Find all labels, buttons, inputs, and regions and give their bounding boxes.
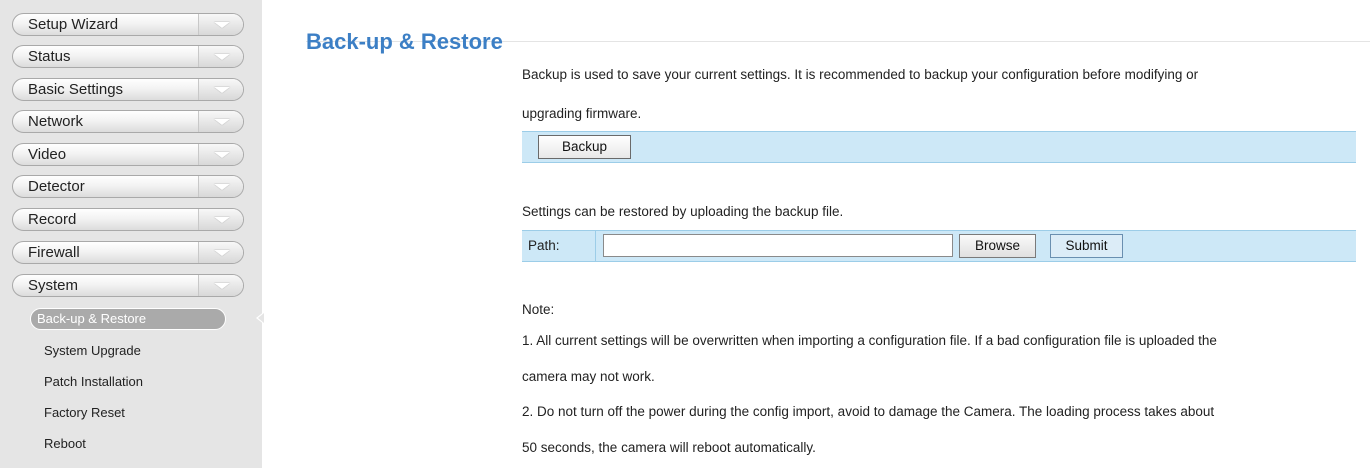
menu-label: Record xyxy=(28,211,77,228)
page-title: Back-up & Restore xyxy=(306,29,503,54)
note-1-line-2: camera may not work. xyxy=(522,369,655,384)
menu-label: Firewall xyxy=(28,244,80,261)
backup-panel: Backup xyxy=(522,131,1356,163)
sidebar: Setup Wizard Status Basic Settings Netwo… xyxy=(0,0,262,468)
chevron-down-icon xyxy=(198,275,243,296)
chevron-down-icon xyxy=(198,209,243,230)
restore-panel: Path: Browse Submit xyxy=(522,230,1356,262)
menu-label: Basic Settings xyxy=(28,81,124,98)
chevron-down-icon xyxy=(198,46,243,67)
menu-firewall[interactable]: Firewall xyxy=(12,241,244,264)
path-label: Path: xyxy=(522,231,596,261)
menu-label: Setup Wizard xyxy=(28,16,119,33)
path-input[interactable] xyxy=(603,234,953,257)
menu-label: Status xyxy=(28,48,71,65)
note-title: Note: xyxy=(522,302,555,317)
menu-system[interactable]: System xyxy=(12,274,244,297)
menu-basic-settings[interactable]: Basic Settings xyxy=(12,78,244,101)
submenu-backup-restore[interactable]: Back-up & Restore xyxy=(30,308,226,330)
menu-video[interactable]: Video xyxy=(12,143,244,166)
active-item-pointer-icon xyxy=(256,311,265,325)
chevron-down-icon xyxy=(198,242,243,263)
note-1-line-1: 1. All current settings will be overwrit… xyxy=(522,333,1217,348)
note-2-line-2: 50 seconds, the camera will reboot autom… xyxy=(522,440,816,455)
submenu-system-upgrade[interactable]: System Upgrade xyxy=(30,341,226,363)
chevron-down-icon xyxy=(198,144,243,165)
menu-status[interactable]: Status xyxy=(12,45,244,68)
menu-label: Network xyxy=(28,113,84,130)
menu-label: Detector xyxy=(28,178,85,195)
submenu-factory-reset[interactable]: Factory Reset xyxy=(30,403,226,425)
backup-description-line-2: upgrading firmware. xyxy=(522,106,642,121)
chevron-down-icon xyxy=(198,176,243,197)
menu-label: Video xyxy=(28,146,67,163)
backup-button[interactable]: Backup xyxy=(538,135,631,159)
menu-network[interactable]: Network xyxy=(12,110,244,133)
submenu-patch-installation[interactable]: Patch Installation xyxy=(30,372,226,394)
browse-button[interactable]: Browse xyxy=(959,234,1036,258)
note-2-line-1: 2. Do not turn off the power during the … xyxy=(522,404,1215,419)
menu-label: System xyxy=(28,277,79,294)
menu-detector[interactable]: Detector xyxy=(12,175,244,198)
backup-description-line-1: Backup is used to save your current sett… xyxy=(522,67,1199,82)
restore-description: Settings can be restored by uploading th… xyxy=(522,204,844,219)
submenu-reboot[interactable]: Reboot xyxy=(30,434,226,456)
chevron-down-icon xyxy=(198,14,243,35)
chevron-down-icon xyxy=(198,79,243,100)
menu-setup-wizard[interactable]: Setup Wizard xyxy=(12,13,244,36)
chevron-down-icon xyxy=(198,111,243,132)
submit-button[interactable]: Submit xyxy=(1050,234,1123,258)
menu-record[interactable]: Record xyxy=(12,208,244,231)
